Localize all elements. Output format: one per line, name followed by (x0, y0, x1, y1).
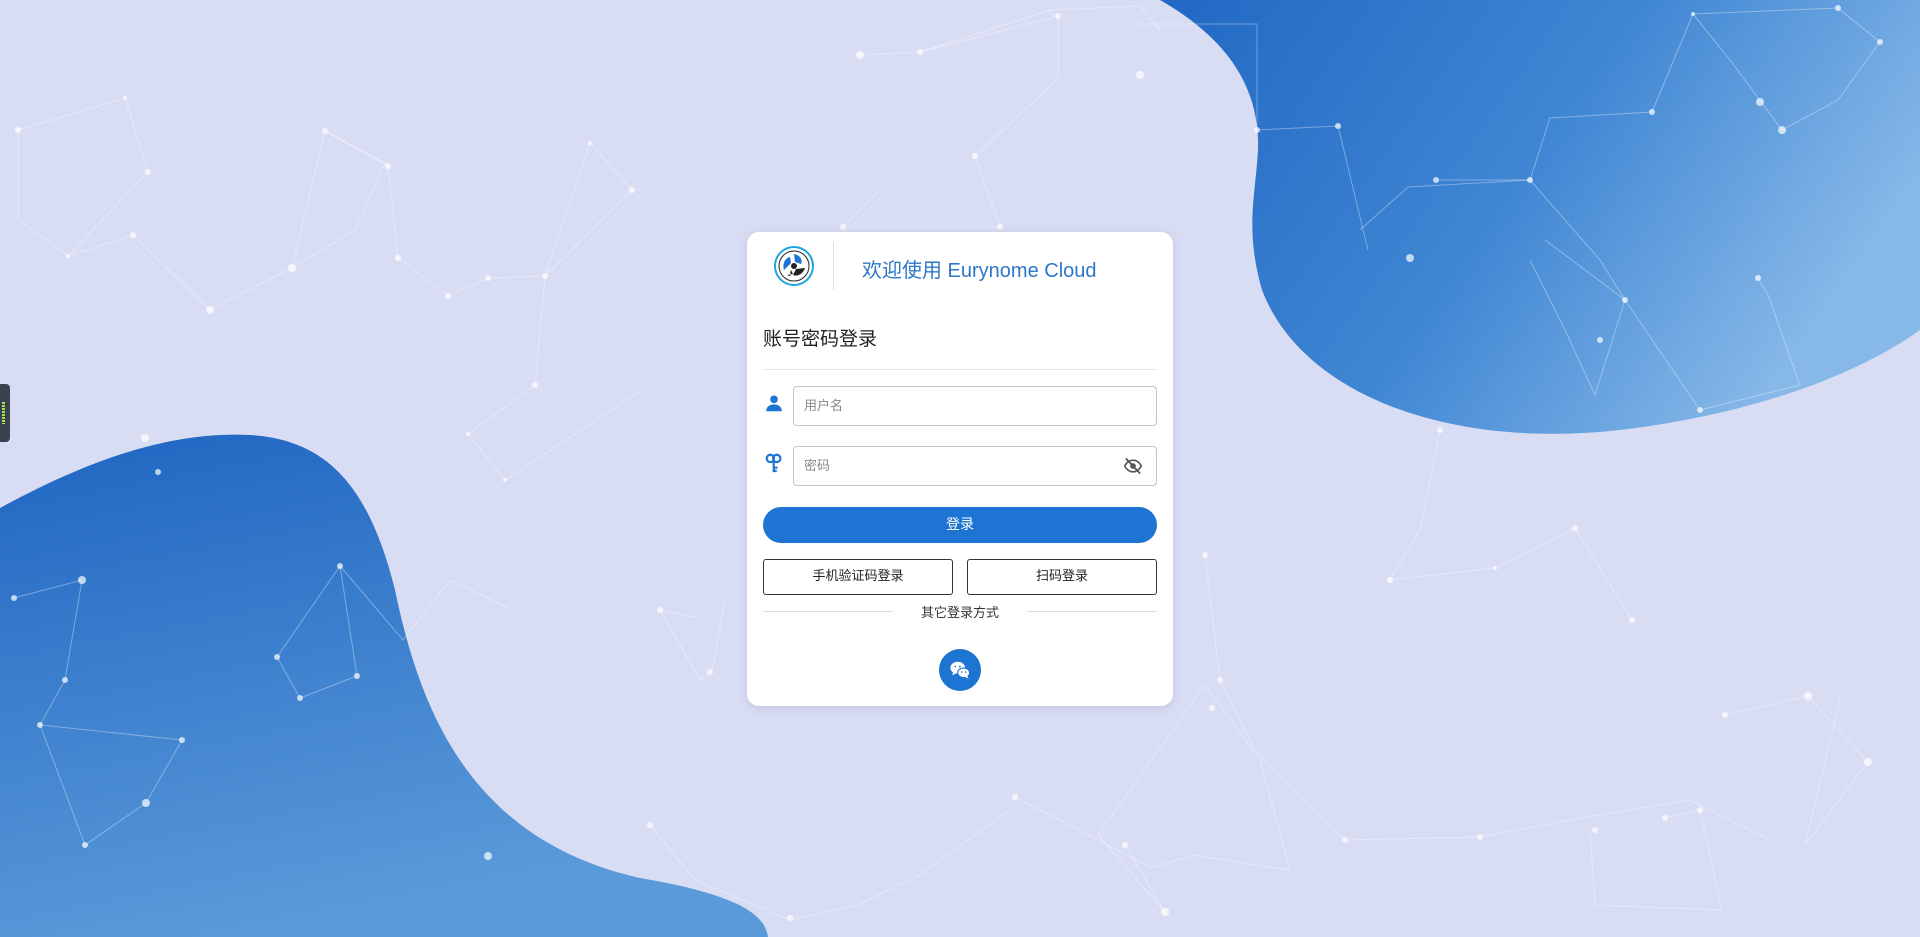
password-input[interactable] (794, 447, 1114, 485)
welcome-title: 欢迎使用 Eurynome Cloud (862, 260, 1097, 282)
wechat-icon (950, 661, 971, 679)
sms-login-button[interactable]: 手机验证码登录 (763, 559, 953, 595)
login-card: 欢迎使用 Eurynome Cloud 账号密码登录 登录 (747, 232, 1173, 706)
card-header: 欢迎使用 Eurynome Cloud (747, 232, 1173, 304)
handle-indicator (2, 402, 5, 424)
top-right-wave (1160, 0, 1920, 434)
eurynome-logo-icon (774, 246, 814, 286)
login-button[interactable]: 登录 (763, 507, 1157, 543)
qr-login-button[interactable]: 扫码登录 (967, 559, 1157, 595)
username-field[interactable] (793, 386, 1157, 426)
user-icon (766, 395, 782, 412)
username-input[interactable] (794, 387, 1114, 425)
password-field[interactable] (793, 446, 1157, 486)
title-divider (763, 369, 1157, 370)
login-method-title: 账号密码登录 (763, 328, 878, 350)
eye-off-icon[interactable] (1122, 456, 1144, 476)
other-methods-row: 其它登录方式 (763, 602, 1157, 621)
side-drawer-handle[interactable] (0, 384, 10, 442)
other-methods-line-right (1027, 611, 1157, 612)
key-icon (765, 453, 782, 473)
bottom-left-wave (0, 434, 768, 937)
header-divider (833, 242, 834, 290)
wechat-login-button[interactable] (939, 649, 981, 691)
login-page: 欢迎使用 Eurynome Cloud 账号密码登录 登录 (0, 0, 1920, 937)
